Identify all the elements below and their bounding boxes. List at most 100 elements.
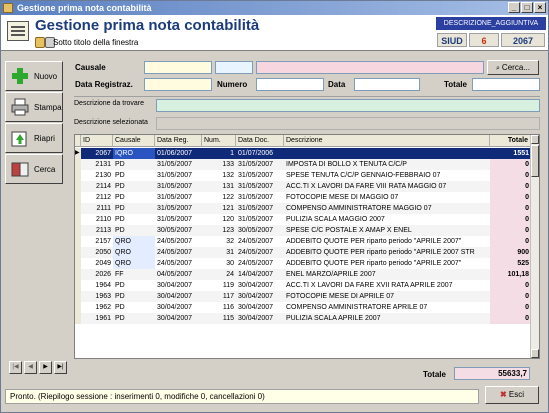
cell-totale: 1551: [513, 150, 529, 157]
table-row[interactable]: 1962 PD 30/04/2007 116 30/04/2007 COMPENSO AM…: [75, 302, 531, 313]
cell-totale: 0: [490, 159, 531, 170]
cell-causale: PD: [115, 315, 125, 322]
col-num[interactable]: Num.: [202, 135, 236, 147]
cell-data-doc: 24/05/2007: [238, 249, 274, 256]
numero-input[interactable]: [256, 78, 324, 91]
cell-num: 116: [222, 304, 234, 311]
causale-description-field: [256, 61, 484, 74]
table-row[interactable]: 2130 PD 31/05/2007 132 31/05/2007 SPESE TENUT…: [75, 170, 531, 181]
document-icon: [7, 21, 29, 41]
record-navigator: |◀ ◀ ▶ ▶|: [9, 361, 69, 374]
cell-totale: 0: [490, 291, 531, 302]
cell-data-reg: 31/05/2007: [157, 205, 193, 212]
cell-totale: 525: [490, 258, 531, 269]
cell-data-doc: 30/04/2007: [238, 315, 274, 322]
causale-label: Causale: [75, 63, 106, 72]
next-record-button[interactable]: ▶: [39, 361, 52, 374]
data-registraz-input[interactable]: [144, 78, 212, 91]
table-row[interactable]: 2110 PD 31/05/2007 120 31/05/2007 PULIZIA SCA…: [75, 214, 531, 225]
page-title: Gestione prima nota contabilità: [35, 17, 260, 34]
cell-causale: QRO: [113, 247, 155, 258]
cell-id: 1963: [95, 293, 111, 300]
scroll-up-arrow[interactable]: [531, 135, 539, 144]
cell-id: 2067: [95, 150, 111, 157]
search-button[interactable]: Cerca: [5, 154, 63, 184]
cell-totale: 0: [490, 181, 531, 192]
scroll-thumb[interactable]: [531, 145, 539, 177]
print-button[interactable]: Stampa: [5, 92, 63, 122]
cell-data-reg: 04/05/2007: [157, 271, 193, 278]
col-causale[interactable]: Causale: [113, 135, 155, 147]
records-grid: ID Causale Data Reg. Num. Data Doc. Desc…: [74, 134, 540, 359]
prev-record-button[interactable]: ◀: [24, 361, 37, 374]
close-button[interactable]: ×: [534, 2, 546, 13]
col-id[interactable]: ID: [81, 135, 113, 147]
cell-id: 2110: [95, 216, 111, 223]
maximize-button[interactable]: □: [521, 2, 533, 13]
reopen-button[interactable]: Riapri: [5, 123, 63, 153]
cell-id: 1962: [95, 304, 111, 311]
col-data-reg[interactable]: Data Reg.: [155, 135, 202, 147]
cell-data-reg: 24/05/2007: [157, 238, 193, 245]
cell-id: 2111: [96, 205, 111, 212]
first-record-button[interactable]: |◀: [9, 361, 22, 374]
cell-num: 132: [222, 172, 234, 179]
cell-num: 131: [222, 183, 234, 190]
scroll-down-arrow[interactable]: [531, 349, 539, 358]
col-descrizione[interactable]: Descrizione: [284, 135, 490, 147]
table-row[interactable]: 1961 PD 30/04/2007 115 30/04/2007 PULIZIA SCA…: [75, 313, 531, 324]
descrizione-da-trovare-input[interactable]: [156, 99, 540, 112]
cell-totale: 101,18: [490, 269, 531, 280]
exit-button[interactable]: ✖ Esci: [485, 386, 539, 404]
data-input[interactable]: [354, 78, 420, 91]
cell-descrizione: PULIZIA SCALA APRILE 2007: [286, 315, 381, 322]
cell-num: 24: [226, 271, 234, 278]
cell-id: 2026: [95, 271, 111, 278]
cell-num: 32: [226, 238, 234, 245]
cell-data-doc: 14/04/2007: [238, 271, 274, 278]
grid-header: ID Causale Data Reg. Num. Data Doc. Desc…: [75, 135, 531, 147]
cell-causale: PD: [115, 227, 125, 234]
table-row[interactable]: 1964 PD 30/04/2007 119 30/04/2007 ACC.TI X LA…: [75, 280, 531, 291]
current-id: 2067: [501, 33, 545, 47]
cell-id: 2112: [95, 194, 111, 201]
cell-num: 115: [222, 315, 234, 322]
grid-scrollbar[interactable]: [530, 135, 539, 358]
cell-descrizione: [284, 148, 490, 159]
totale-label: Totale: [423, 370, 446, 379]
exit-label: Esci: [508, 390, 525, 399]
table-row[interactable]: ▶ 2067 IQRO 01/06/2007 1 01/07/2006 1551: [75, 148, 531, 159]
totale-filter-input[interactable]: [472, 78, 540, 91]
col-totale[interactable]: Totale: [490, 135, 531, 147]
book-icon: [10, 159, 30, 179]
table-row[interactable]: 2157 QRO 24/05/2007 32 24/05/2007 ADDEBITO QU…: [75, 236, 531, 247]
table-row[interactable]: 2114 PD 31/05/2007 131 31/05/2007 ACC.TI X LA…: [75, 181, 531, 192]
minimize-button[interactable]: _: [508, 2, 520, 13]
cell-causale: PD: [115, 183, 125, 190]
new-button[interactable]: Nuovo: [5, 61, 63, 91]
cell-num: 123: [222, 227, 234, 234]
table-row[interactable]: 2026 FF 04/05/2007 24 14/04/2007 ENEL MARZO/A…: [75, 269, 531, 280]
table-row[interactable]: 2131 PD 31/05/2007 133 31/05/2007 IMPOSTA DI …: [75, 159, 531, 170]
table-row[interactable]: 2112 PD 31/05/2007 122 31/05/2007 FOTOCOPIE M…: [75, 192, 531, 203]
causale-input[interactable]: [144, 61, 212, 74]
table-row[interactable]: 2111 PD 31/05/2007 121 31/05/2007 COMPENSO AM…: [75, 203, 531, 214]
cell-descrizione: ADDEBITO QUOTE PER riparto periodo "APRI…: [286, 238, 462, 245]
totale-value: 55633,7: [454, 367, 530, 380]
cerca-button[interactable]: ⌕ Cerca...: [487, 60, 539, 75]
cell-descrizione: COMPENSO AMMINISTRATORE MAGGIO 07: [286, 205, 432, 212]
table-row[interactable]: 1963 PD 30/04/2007 117 30/04/2007 FOTOCOPIE M…: [75, 291, 531, 302]
table-row[interactable]: 2050 QRO 24/05/2007 31 24/05/2007 ADDEBITO QU…: [75, 247, 531, 258]
cell-causale: PD: [115, 194, 125, 201]
col-data-doc[interactable]: Data Doc.: [236, 135, 284, 147]
last-record-button[interactable]: ▶|: [54, 361, 67, 374]
table-row[interactable]: 2113 PD 30/05/2007 123 30/05/2007 SPESE C/C P…: [75, 225, 531, 236]
causale-code-input[interactable]: [215, 61, 253, 74]
cell-data-doc: 31/05/2007: [238, 205, 274, 212]
table-row[interactable]: 2049 QRO 24/05/2007 30 24/05/2007 ADDEBITO QU…: [75, 258, 531, 269]
cell-data-reg: 01/06/2007: [157, 150, 193, 157]
cell-num: 133: [222, 161, 234, 168]
cell-totale: 0: [490, 280, 531, 291]
cell-num: 121: [222, 205, 234, 212]
main-window: Gestione prima nota contabilità _ □ × Ge…: [0, 0, 549, 413]
